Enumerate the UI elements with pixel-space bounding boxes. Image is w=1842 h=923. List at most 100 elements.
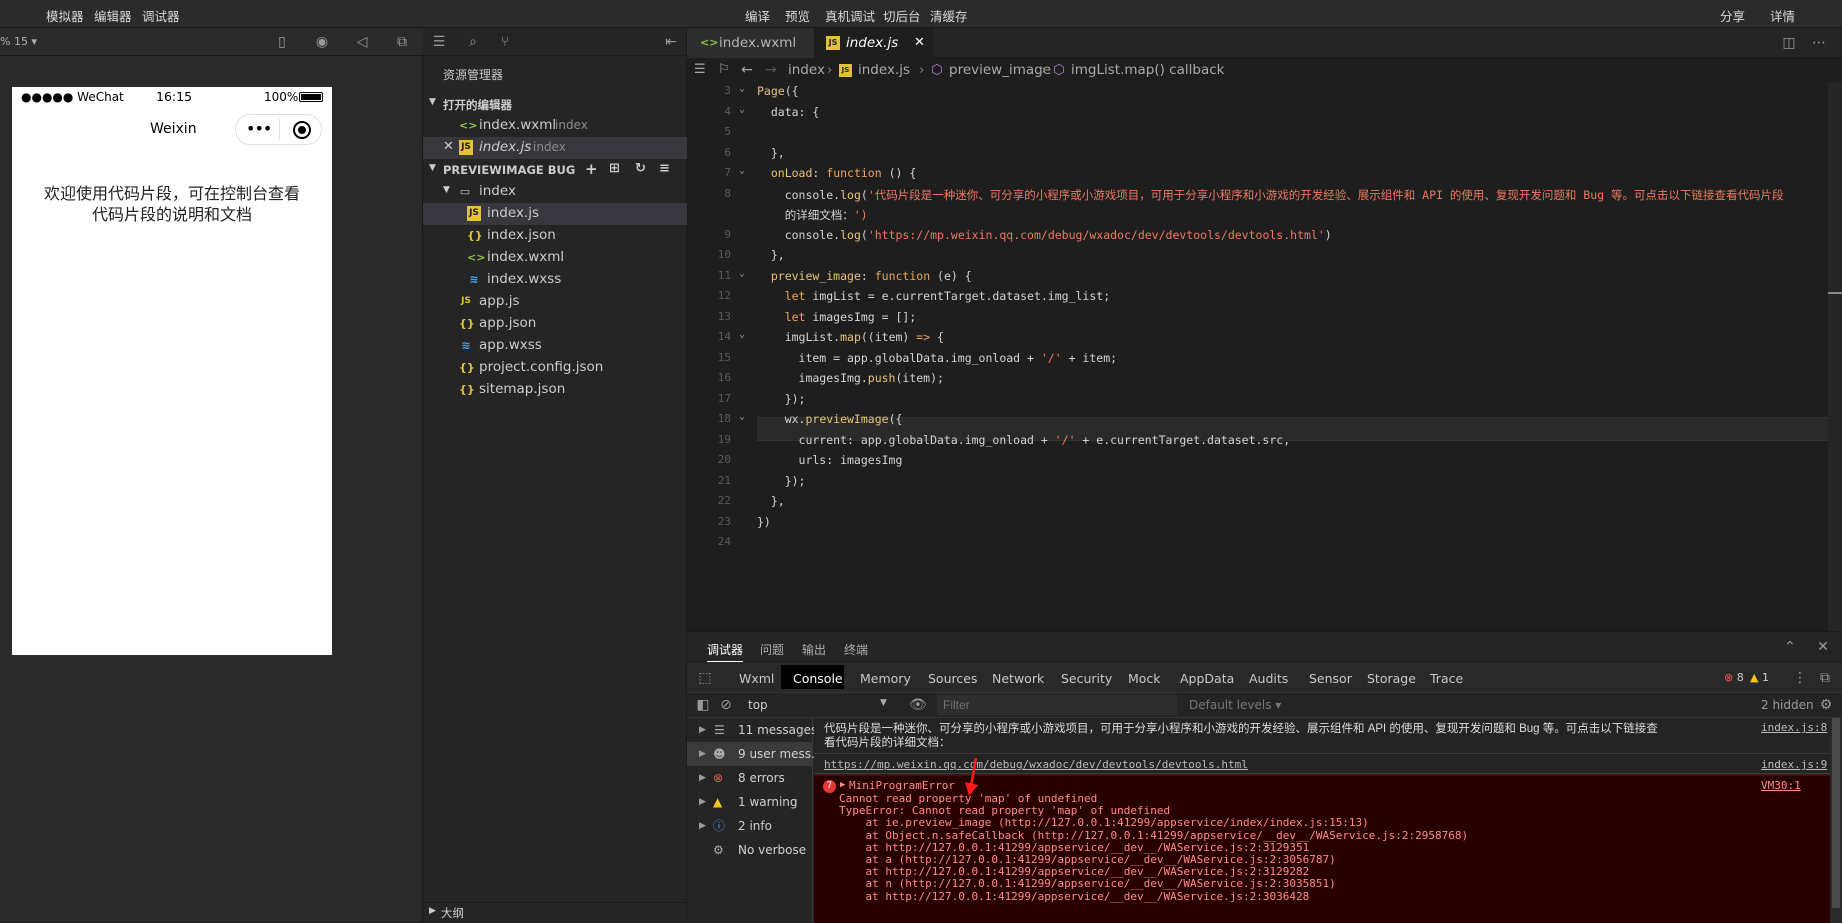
warning-count-badge[interactable]: ▲ 1	[1750, 671, 1769, 684]
more-icon[interactable]: •••	[246, 119, 272, 138]
sidebar-item-verbose[interactable]: ⚙ No verbose	[687, 838, 813, 862]
code-line[interactable]: console.log('代码片段是一种迷你、可分享的小程序或小游戏项目，可用于…	[757, 187, 1784, 203]
menu-remote-debug[interactable]: 真机调试	[825, 6, 875, 25]
refresh-icon[interactable]: ↻	[635, 161, 646, 176]
fold-chevron-icon[interactable]: ⌄	[739, 165, 745, 176]
code-line[interactable]: data: {	[757, 105, 819, 119]
fold-chevron-icon[interactable]: ⌄	[739, 83, 745, 94]
volume-icon[interactable]: ◁	[354, 34, 370, 50]
devtools-tab-memory[interactable]: Memory	[860, 671, 911, 686]
devtools-tab-wxml[interactable]: Wxml	[739, 671, 774, 686]
list-icon[interactable]: ☰	[431, 34, 447, 50]
devtools-tab-appdata[interactable]: AppData	[1180, 671, 1234, 686]
console-output[interactable]: 代码片段是一种迷你、可分享的小程序或小游戏项目，可用于分享小程序和小游戏的开发经…	[814, 718, 1842, 923]
code-line[interactable]: let imgList = e.currentTarget.dataset.im…	[757, 289, 1110, 303]
sidebar-item-info[interactable]: ▶ ⓘ 2 info	[687, 814, 813, 838]
breadcrumb-item[interactable]: index.js	[858, 58, 910, 82]
inspect-icon[interactable]: ⬚	[697, 670, 713, 686]
code-line[interactable]: },	[757, 494, 785, 508]
devtools-tab-audits[interactable]: Audits	[1249, 671, 1288, 686]
tree-file-project-config[interactable]: {} project.config.json	[423, 357, 687, 379]
breadcrumb-item[interactable]: index	[788, 58, 825, 82]
code-line[interactable]: },	[757, 146, 785, 160]
tab-problems[interactable]: 问题	[760, 641, 784, 658]
tree-file-index-wxml[interactable]: <> index.wxml	[423, 247, 687, 269]
sidebar-toggle-icon[interactable]: ◧	[695, 697, 711, 713]
devtools-tab-security[interactable]: Security	[1061, 671, 1112, 686]
search-icon[interactable]: ⌕	[465, 34, 481, 50]
breadcrumb-item[interactable]: imgList.map() callback	[1071, 58, 1224, 82]
project-header[interactable]: ▼ PREVIEWIMAGE BUG + ⊞ ↻ ≡	[423, 159, 687, 181]
menu-compile[interactable]: 编译	[745, 6, 770, 25]
maximize-panel-icon[interactable]: ⌃	[1782, 639, 1798, 655]
tree-folder-index[interactable]: ▼ ▭ index	[423, 181, 687, 203]
devtools-tab-mock[interactable]: Mock	[1128, 671, 1161, 686]
menu-simulator[interactable]: 模拟器	[46, 6, 84, 25]
editor-scrollbar[interactable]	[1828, 82, 1842, 631]
source-link[interactable]: index.js:8	[1761, 721, 1827, 734]
devtools-tab-console[interactable]: Console	[793, 671, 843, 686]
devtools-tab-sensor[interactable]: Sensor	[1309, 671, 1352, 686]
context-select[interactable]: top	[748, 698, 768, 712]
capsule-button[interactable]: •••	[235, 114, 322, 145]
sidebar-item-warnings[interactable]: ▶ ▲ 1 warning	[687, 790, 813, 814]
record-icon[interactable]: ◉	[314, 34, 330, 50]
open-editor-item-active[interactable]: ✕ JS index.js index	[423, 137, 687, 159]
phone-icon[interactable]: ▯	[274, 34, 290, 50]
code-line[interactable]: preview_image: function (e) {	[757, 269, 972, 283]
clear-console-icon[interactable]: ⊘	[718, 697, 734, 713]
code-line[interactable]: item = app.globalData.img_onload + '/' +…	[757, 351, 1118, 365]
tab-index-wxml[interactable]: <> index.wxml	[687, 28, 814, 58]
tree-file-app-wxss[interactable]: ≋ app.wxss	[423, 335, 687, 357]
error-count-badge[interactable]: ⊗ 8	[1724, 671, 1744, 684]
collapse-panel-icon[interactable]: ⇤	[663, 34, 679, 50]
code-line[interactable]: wx.previewImage({	[757, 412, 903, 426]
code-line[interactable]: })	[757, 515, 771, 529]
expand-caret-icon[interactable]: ▶	[840, 780, 845, 790]
menu-background[interactable]: 切后台	[883, 6, 921, 25]
tree-file-app-json[interactable]: {} app.json	[423, 313, 687, 335]
close-panel-icon[interactable]: ✕	[1815, 639, 1831, 655]
code-line[interactable]: imagesImg.push(item);	[757, 371, 944, 385]
code-area[interactable]: 3 Page({⌄ 4 data: {⌄ 5 6 }, 7 onLoad: functio…	[687, 82, 1842, 631]
window-icon[interactable]: ⧉	[394, 34, 410, 50]
tree-file-index-json[interactable]: {} index.json	[423, 225, 687, 247]
sidebar-item-messages[interactable]: ▶ ☰ 11 messages	[687, 718, 817, 742]
filter-input[interactable]	[937, 695, 1177, 715]
menu-share[interactable]: 分享	[1720, 6, 1745, 25]
forward-icon[interactable]: →	[765, 58, 777, 82]
list-icon[interactable]: ☰	[694, 58, 706, 82]
code-line[interactable]: urls: imagesImg	[757, 453, 903, 467]
code-line[interactable]: onLoad: function () {	[757, 166, 916, 180]
split-editor-icon[interactable]: ◫	[1781, 35, 1797, 51]
code-line[interactable]: current: app.globalData.img_onload + '/'…	[757, 433, 1291, 447]
branch-icon[interactable]: ⑂	[497, 34, 513, 50]
tree-file-index-js[interactable]: JS index.js	[423, 203, 687, 225]
devtools-tab-storage[interactable]: Storage	[1367, 671, 1416, 686]
devtools-tab-network[interactable]: Network	[992, 671, 1044, 686]
outline-header[interactable]: ▶ 大纲	[423, 902, 687, 922]
zoom-select[interactable]: % 15 ▾	[0, 35, 37, 48]
open-editor-item[interactable]: <> index.wxml index	[423, 115, 687, 137]
doc-link[interactable]: https://mp.weixin.qq.com/debug/wxadoc/de…	[824, 758, 1248, 771]
levels-select[interactable]: Default levels ▾	[1189, 698, 1281, 712]
devtools-tab-sources[interactable]: Sources	[928, 671, 977, 686]
back-icon[interactable]: ←	[741, 58, 753, 82]
menu-debugger[interactable]: 调试器	[142, 6, 180, 25]
new-file-icon[interactable]: +	[585, 160, 598, 178]
code-line[interactable]: },	[757, 248, 785, 262]
code-line[interactable]: });	[757, 474, 806, 488]
open-editors-header[interactable]: ▼ 打开的编辑器	[423, 93, 687, 115]
code-line[interactable]: console.log('https://mp.weixin.qq.com/de…	[757, 228, 1332, 242]
console-scrollbar[interactable]	[1830, 718, 1842, 923]
close-tab-icon[interactable]: ✕	[914, 28, 925, 58]
devtools-tab-trace[interactable]: Trace	[1430, 671, 1463, 686]
tree-file-index-wxss[interactable]: ≋ index.wxss	[423, 269, 687, 291]
code-line[interactable]: 的详细文档：')	[757, 207, 868, 223]
fold-chevron-icon[interactable]: ⌄	[739, 268, 745, 279]
chevron-down-icon[interactable]: ▼	[880, 698, 887, 708]
code-line[interactable]: imgList.map((item) => {	[757, 330, 944, 344]
more-actions-icon[interactable]: ⋯	[1811, 35, 1827, 51]
tab-terminal[interactable]: 终端	[844, 641, 868, 658]
fold-chevron-icon[interactable]: ⌄	[739, 104, 745, 115]
